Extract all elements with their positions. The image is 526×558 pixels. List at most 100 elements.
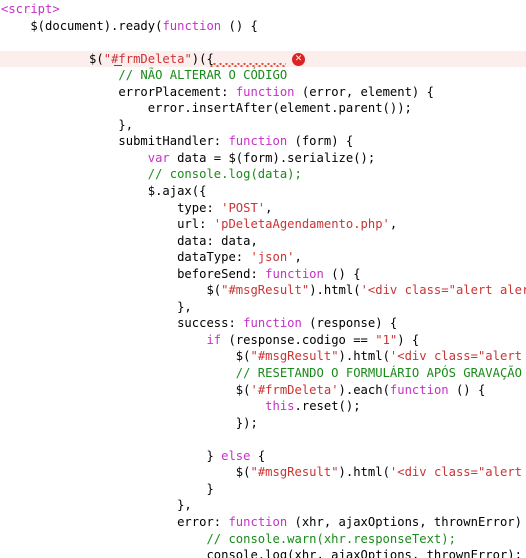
code-token-str: '<div class="alert alert-info xyxy=(360,283,526,298)
code-token-plain: data: data, xyxy=(1,233,258,248)
code-token-str: '<div class="alert alert-s xyxy=(389,349,522,364)
code-line[interactable]: $("#msgResult").html('<div class="alert … xyxy=(0,348,526,365)
code-token-kw: function xyxy=(235,84,295,99)
code-token-plain: , xyxy=(389,217,398,232)
code-line[interactable]: this.reset(); xyxy=(0,398,526,415)
code-token-str: "#msgResult" xyxy=(250,465,339,480)
code-token-plain: (response) { xyxy=(301,316,398,331)
code-line[interactable]: submitHandler: function (form) { xyxy=(0,133,526,150)
code-token-plain: .reset(); xyxy=(294,399,361,414)
code-token-plain: (form) { xyxy=(287,134,354,149)
code-line[interactable]: <script> xyxy=(0,1,526,18)
code-token-plain: } xyxy=(1,448,222,463)
code-token-plain: { xyxy=(250,448,266,463)
code-token-plain: error.insertAfter(element.parent()); xyxy=(1,101,412,116)
code-token-str: 'POST' xyxy=(221,200,266,215)
code-token-plain: $.ajax({ xyxy=(1,184,207,199)
code-token-kw: else xyxy=(221,448,251,463)
code-token-plain: $( xyxy=(1,51,104,66)
code-token-plain: , xyxy=(294,250,302,265)
code-line[interactable]: // console.log(data); xyxy=(0,166,526,183)
code-token-plain: () { xyxy=(221,18,258,33)
code-token-plain: $( xyxy=(1,283,222,298)
code-token-com: // console.log(data); xyxy=(1,167,302,182)
code-token-str: "#frmDeleta" xyxy=(103,51,192,66)
code-token-plain: (error, element) { xyxy=(294,84,434,99)
code-token-plain: } xyxy=(1,481,214,496)
code-line[interactable]: dataType: 'json', xyxy=(0,249,526,266)
code-token-kw: function xyxy=(162,18,222,33)
code-line[interactable]: errorPlacement: function (error, element… xyxy=(0,84,526,101)
code-line[interactable]: $(document).ready(function () { xyxy=(0,18,526,35)
code-token-plain: beforeSend: xyxy=(1,266,266,281)
code-line[interactable]: url: 'pDeletaAgendamento.php', xyxy=(0,216,526,233)
code-line[interactable]: $('#frmDeleta').each(function () { xyxy=(0,382,526,399)
code-line[interactable]: } xyxy=(0,481,526,498)
code-line[interactable]: }); xyxy=(0,415,526,432)
code-token-kw: function xyxy=(389,382,449,397)
code-lines-container: <script> $(document).ready(function () {… xyxy=(0,0,526,558)
error-badge[interactable]: ✕ xyxy=(292,52,305,66)
code-token-kw: var xyxy=(147,150,170,165)
code-line[interactable]: }, xyxy=(0,117,526,134)
code-line[interactable]: } else { xyxy=(0,448,526,465)
code-line[interactable]: success: function (response) { xyxy=(0,315,526,332)
code-token-kw: function xyxy=(228,514,288,529)
code-line[interactable] xyxy=(0,431,526,448)
code-line[interactable]: $.ajax({ xyxy=(0,183,526,200)
code-token-plain: data = $(form).serialize(); xyxy=(169,150,376,165)
code-token-plain: }); xyxy=(1,415,258,430)
code-line[interactable] xyxy=(0,34,526,51)
code-token-plain: (response.codigo == xyxy=(221,332,376,347)
code-token-plain: ).html( xyxy=(338,465,390,480)
code-token-plain: (xhr, ajaxOptions, thrownError) { xyxy=(287,514,526,529)
code-token-plain: console.log(xhr, ajaxOptions, thrownErro… xyxy=(1,548,522,558)
code-token-kw: function xyxy=(228,134,288,149)
code-token-com: // RESETANDO O FORMULÁRIO APÓS GRAVAÇÃO xyxy=(1,366,522,381)
code-line[interactable]: error: function (xhr, ajaxOptions, throw… xyxy=(0,514,526,531)
code-line-error[interactable]: $("#frmDeleta")({ ✕ xyxy=(0,50,526,68)
code-token-plain: ) { xyxy=(397,332,420,347)
code-token-str: "1" xyxy=(375,332,398,347)
code-token-plain: url: xyxy=(1,217,214,232)
code-line[interactable]: console.log(xhr, ajaxOptions, thrownErro… xyxy=(0,547,526,558)
code-token-str: '<div class="alert alert-d xyxy=(389,465,522,480)
code-line[interactable]: // console.warn(xhr.responseText); xyxy=(0,531,526,548)
code-line[interactable]: $("#msgResult").html('<div class="alert … xyxy=(0,464,526,481)
code-line[interactable]: error.insertAfter(element.parent()); xyxy=(0,100,526,117)
code-token-str: 'pDeletaAgendamento.php' xyxy=(213,217,390,232)
code-line[interactable]: }, xyxy=(0,299,526,316)
code-token-kw: function xyxy=(243,316,302,331)
code-token-plain: $(document).ready( xyxy=(1,18,163,33)
code-token-plain: ).html( xyxy=(338,349,390,364)
code-line[interactable]: // NÃO ALTERAR O CÓDIGO xyxy=(0,67,526,84)
code-token-plain: type: xyxy=(1,200,222,215)
code-token-kw: function xyxy=(265,266,324,281)
code-line[interactable]: if (response.codigo == "1") { xyxy=(0,332,526,349)
code-token-plain: submitHandler: xyxy=(1,134,229,149)
code-line[interactable]: var data = $(form).serialize(); xyxy=(0,150,526,167)
code-line[interactable]: data: data, xyxy=(0,233,526,250)
code-token-plain: error: xyxy=(1,514,229,529)
code-token-str: "#msgResult" xyxy=(250,349,339,364)
code-token-plain: errorPlacement: xyxy=(1,84,236,99)
code-editor[interactable]: <script> $(document).ready(function () {… xyxy=(0,0,526,558)
code-token-str: 'json' xyxy=(250,250,295,265)
code-token-plain: () { xyxy=(323,266,361,281)
code-line[interactable]: }, xyxy=(0,497,526,514)
code-token-tag: <script> xyxy=(1,2,60,16)
code-token-plain: ).html( xyxy=(309,283,361,298)
code-token-plain: )({ xyxy=(191,51,214,66)
code-token-plain: $( xyxy=(1,349,251,364)
error-caret xyxy=(113,64,122,67)
code-token-plain: , xyxy=(265,200,273,215)
code-line[interactable]: type: 'POST', xyxy=(0,200,526,217)
code-token-com: // console.warn(xhr.responseText); xyxy=(1,531,456,546)
code-token-plain: success: xyxy=(1,316,244,331)
code-line[interactable]: // RESETANDO O FORMULÁRIO APÓS GRAVAÇÃO xyxy=(0,365,526,382)
code-line[interactable]: beforeSend: function () { xyxy=(0,266,526,283)
code-token-str: "#msgResult" xyxy=(221,283,310,298)
code-line[interactable]: $("#msgResult").html('<div class="alert … xyxy=(0,282,526,299)
